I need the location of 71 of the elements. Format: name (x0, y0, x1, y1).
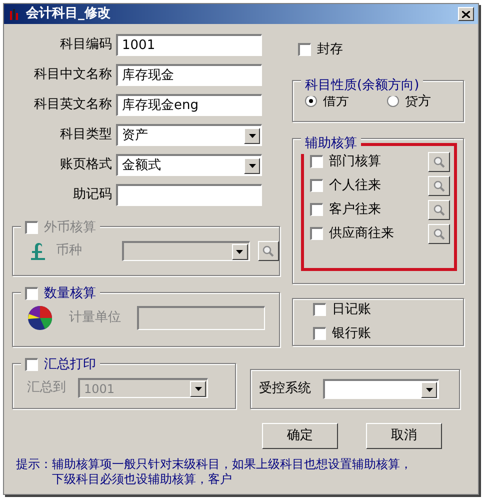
group-title: 辅助核算 (305, 136, 357, 150)
search-button[interactable] (428, 224, 450, 244)
checkbox-label: 供应商往来 (329, 224, 394, 243)
field-label: 助记码 (72, 186, 112, 204)
search-icon (433, 204, 445, 216)
dropdown-button[interactable] (190, 380, 206, 396)
field-label: 账页格式 (59, 156, 112, 174)
search-button[interactable] (428, 152, 450, 172)
dropdown-button[interactable] (244, 128, 260, 144)
checkbox-label: 封存 (317, 41, 343, 59)
close-icon (462, 10, 470, 18)
dropdown-button[interactable] (232, 244, 248, 260)
search-button[interactable] (428, 176, 450, 196)
checkbox-label: 汇总打印 (44, 356, 96, 374)
dropdown[interactable] (122, 241, 250, 261)
search-icon (433, 228, 445, 240)
hint-text: 下级科目必须也设辅助核算，客户 (52, 472, 233, 487)
checkbox[interactable] (313, 326, 326, 340)
close-button[interactable] (458, 7, 474, 21)
checkbox-label: 数量核算 (44, 285, 96, 303)
group-title: 科目性质(余额方向) (305, 78, 420, 92)
caret-icon (426, 388, 432, 392)
checkbox[interactable] (310, 203, 323, 216)
checkbox[interactable] (310, 155, 323, 168)
input-field[interactable]: 库存现金 (116, 64, 262, 86)
caret-icon (236, 250, 244, 254)
checkbox[interactable] (313, 303, 326, 316)
checkbox[interactable] (25, 287, 38, 300)
caret-icon (248, 164, 256, 168)
dropdown[interactable]: 金额式 (116, 154, 262, 176)
input-field[interactable] (116, 184, 262, 206)
caret-icon (194, 386, 202, 390)
summary-to-label: 汇总到 (27, 379, 66, 398)
unit-label: 计量单位 (68, 309, 122, 328)
radio-button[interactable] (305, 95, 317, 108)
dropdown[interactable] (323, 379, 439, 399)
input-field[interactable] (137, 306, 265, 330)
controlled-system-label: 受控系统 (259, 380, 311, 398)
window-title: 会计科目_修改 (26, 5, 110, 24)
caret-icon (248, 134, 256, 138)
field-label: 科目中文名称 (33, 66, 112, 84)
checkbox-label: 日记账 (332, 301, 371, 319)
dropdown-button[interactable] (244, 158, 260, 174)
input-field[interactable]: 库存现金eng (116, 94, 262, 116)
dropdown[interactable]: 资产 (116, 124, 262, 146)
dialog-button[interactable]: 确定 (262, 423, 338, 449)
currency-label: 币种 (56, 242, 84, 260)
hint-text: 辅助核算项一般只针对末级科目，如果上级科目也想设置辅助核算， (52, 457, 412, 472)
search-icon (433, 156, 445, 168)
field-label: 科目英文名称 (33, 96, 112, 114)
pie-chart-icon (27, 305, 53, 331)
checkbox[interactable] (310, 227, 323, 240)
checkbox[interactable] (310, 179, 323, 192)
search-icon (262, 245, 274, 257)
hint-label: 提示： (16, 457, 52, 473)
search-icon (433, 180, 445, 192)
checkbox-label: 外币核算 (44, 219, 96, 237)
checkbox-label: 部门核算 (329, 152, 381, 171)
checkbox[interactable] (25, 358, 38, 372)
checkbox[interactable] (298, 43, 311, 56)
radio-button[interactable] (387, 95, 399, 108)
checkbox-label: 个人往来 (329, 176, 381, 195)
input-field[interactable]: 1001 (116, 34, 262, 56)
field-label: 科目编码 (59, 36, 112, 54)
search-button[interactable] (258, 241, 279, 261)
dropdown-button[interactable] (421, 382, 437, 398)
checkbox-label: 银行账 (332, 324, 371, 342)
checkbox-label: 客户往来 (329, 200, 381, 219)
field-label: 科目类型 (59, 126, 112, 144)
search-button[interactable] (428, 200, 450, 220)
dialog-button[interactable]: 取消 (366, 423, 442, 449)
